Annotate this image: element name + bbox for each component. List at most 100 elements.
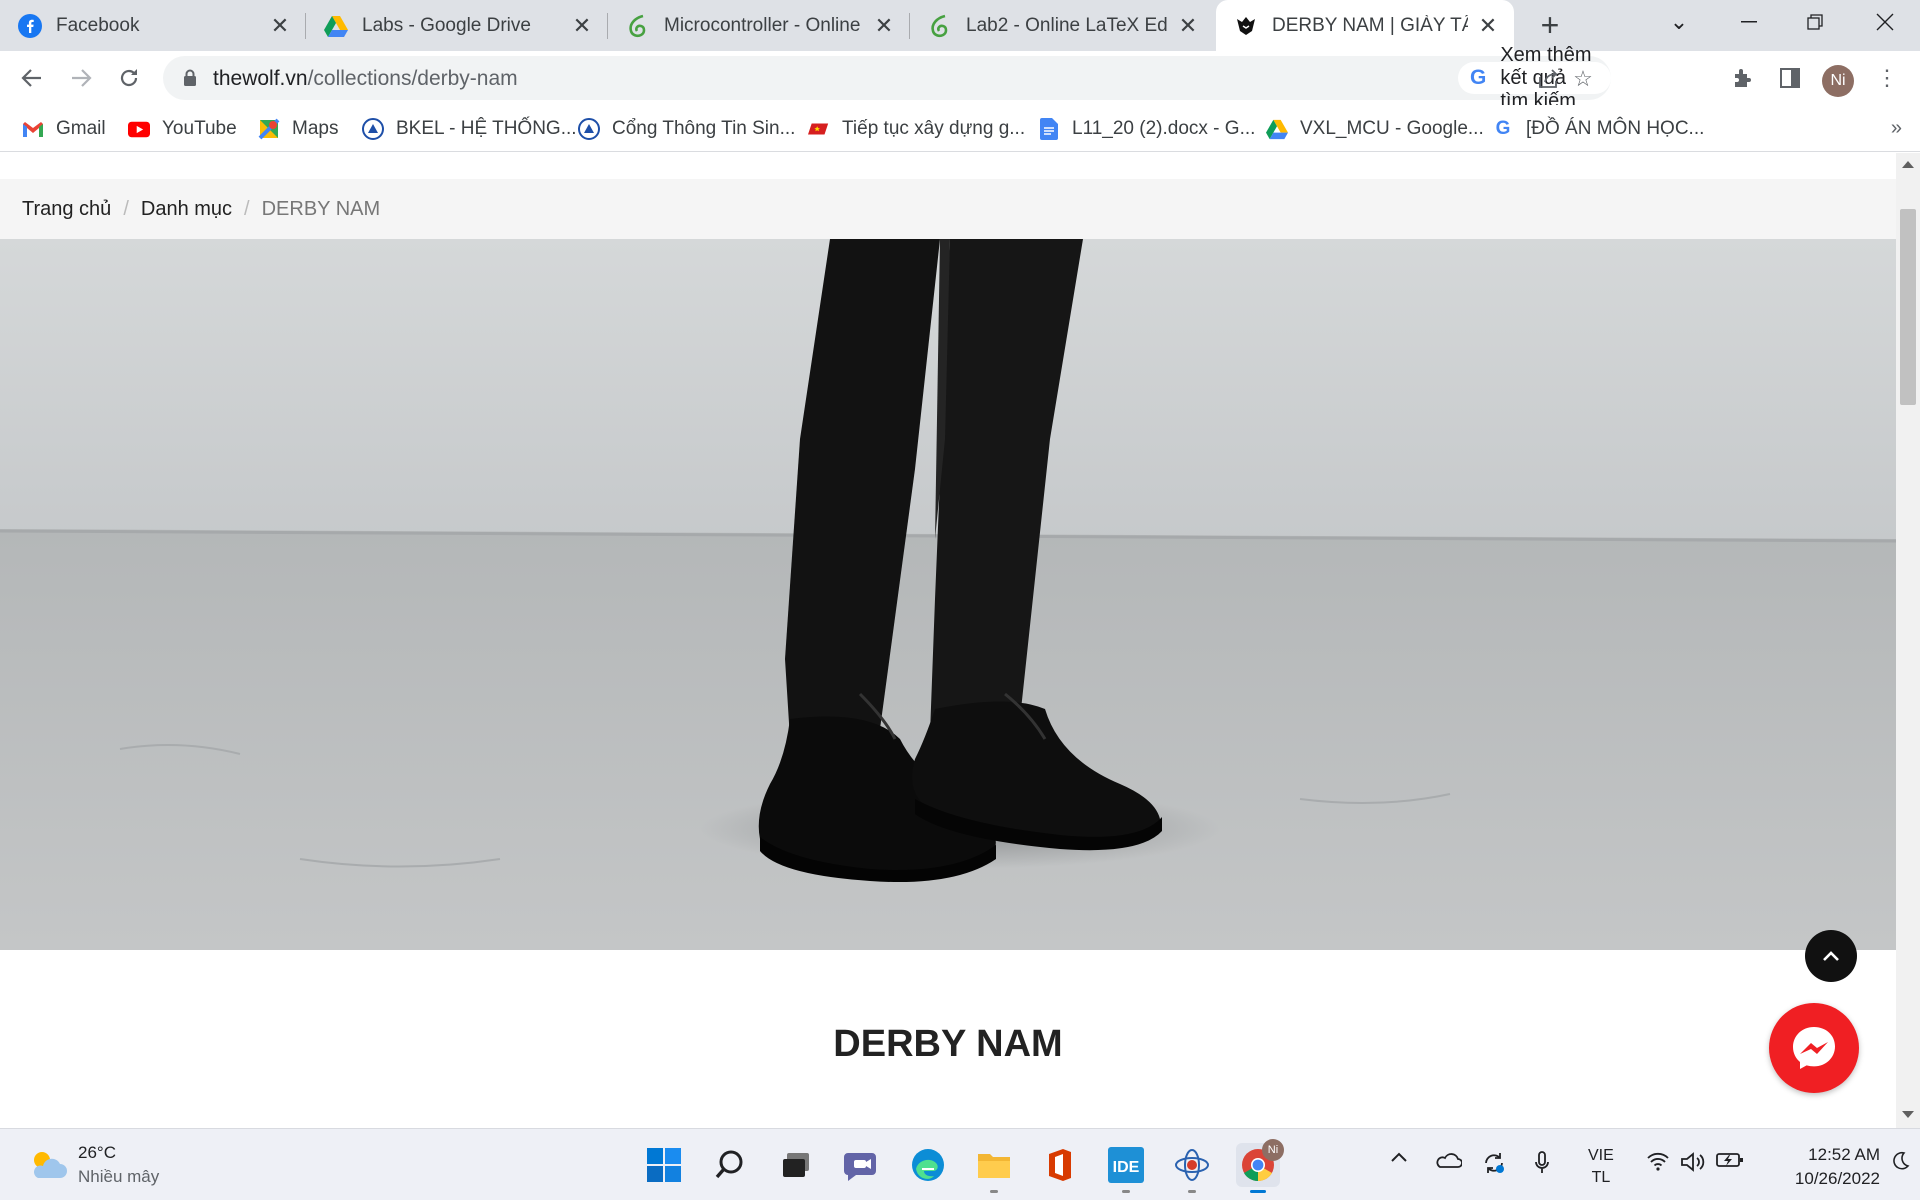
close-tab-icon[interactable]: ✕ xyxy=(570,13,594,38)
extensions-puzzle-icon[interactable] xyxy=(1726,61,1760,95)
bookmarks-overflow-chevron-icon[interactable]: » xyxy=(1891,117,1902,140)
weather-widget[interactable]: 26°C Nhiều mây xyxy=(28,1143,159,1187)
proteus-icon xyxy=(1175,1149,1209,1181)
scroll-down-arrow-icon[interactable] xyxy=(1902,1111,1914,1118)
breadcrumb-current: DERBY NAM xyxy=(261,197,381,220)
wifi-icon[interactable] xyxy=(1646,1151,1670,1171)
notification-moon-icon[interactable] xyxy=(1890,1151,1910,1171)
tab-facebook[interactable]: Facebook ✕ xyxy=(0,0,306,51)
file-explorer-button[interactable] xyxy=(972,1143,1016,1193)
office-button[interactable] xyxy=(1038,1143,1082,1187)
bookmark-label: YouTube xyxy=(162,118,237,139)
collection-title: DERBY NAM xyxy=(833,1023,1063,1065)
svg-text:IDE: IDE xyxy=(1113,1159,1140,1176)
arduino-ide-button[interactable]: IDE xyxy=(1104,1143,1148,1193)
breadcrumb-separator: / xyxy=(244,197,250,220)
weather-condition: Nhiều mây xyxy=(78,1167,160,1186)
edge-icon xyxy=(912,1149,944,1181)
bookmark-label: Maps xyxy=(292,118,339,139)
windows-logo-icon xyxy=(647,1148,681,1182)
gmail-icon xyxy=(22,118,44,140)
google-drive-icon xyxy=(1266,118,1288,140)
input-language-indicator[interactable]: VIE TL xyxy=(1588,1145,1614,1189)
teams-chat-button[interactable] xyxy=(840,1143,884,1187)
google-docs-icon xyxy=(1038,118,1060,140)
chrome-button[interactable]: Ni xyxy=(1236,1139,1284,1193)
browser-tab-strip: Facebook ✕ Labs - Google Drive ✕ Microco… xyxy=(0,0,1920,51)
address-bar[interactable]: thewolf.vn/collections/derby-nam G Xem t… xyxy=(163,44,1611,112)
ide-icon: IDE xyxy=(1108,1147,1144,1183)
scroll-up-arrow-icon[interactable] xyxy=(1902,161,1914,168)
search-button[interactable] xyxy=(708,1143,752,1187)
facebook-icon xyxy=(18,13,42,38)
onedrive-cloud-icon[interactable] xyxy=(1434,1151,1462,1169)
messenger-chat-button[interactable] xyxy=(1769,1003,1859,1093)
thewolf-icon xyxy=(1234,14,1258,38)
bookmark-label: BKEL - HỆ THỐNG... xyxy=(396,118,577,139)
bookmark-vxl-mcu[interactable]: VXL_MCU - Google... xyxy=(1266,114,1484,144)
breadcrumb: Trang chủ / Danh mục / DERBY NAM xyxy=(0,179,1896,239)
page-scrollbar[interactable] xyxy=(1896,153,1920,1128)
keyboard-layout: TL xyxy=(1591,1169,1611,1186)
bookmark-star-icon[interactable]: ☆ xyxy=(1569,65,1597,93)
tab-derby-nam-active[interactable]: DERBY NAM | GIÀY TÂY N ✕ xyxy=(1216,0,1514,51)
breadcrumb-home-link[interactable]: Trang chủ xyxy=(22,198,111,221)
sync-icon[interactable] xyxy=(1482,1151,1506,1175)
portal-icon xyxy=(578,118,600,140)
forward-arrow-icon[interactable] xyxy=(62,59,100,97)
bookmark-do-an-mon-hoc[interactable]: G [ĐỒ ÁN MÔN HỌC... xyxy=(1492,114,1705,144)
share-icon[interactable] xyxy=(1535,65,1563,93)
tab-microcontroller-overleaf[interactable]: Microcontroller - Online L ✕ xyxy=(608,0,910,51)
google-icon: G xyxy=(1495,118,1511,139)
bookmark-gmail[interactable]: Gmail xyxy=(22,114,106,144)
bookmark-bkel[interactable]: BKEL - HỆ THỐNG... xyxy=(362,114,577,144)
battery-charging-icon[interactable] xyxy=(1716,1151,1744,1169)
bookmark-maps[interactable]: Maps xyxy=(258,114,338,144)
bkel-icon xyxy=(362,118,384,140)
scrollbar-thumb[interactable] xyxy=(1900,209,1916,405)
close-tab-icon[interactable]: ✕ xyxy=(872,13,896,38)
close-tab-icon[interactable]: ✕ xyxy=(268,13,292,38)
close-tab-icon[interactable]: ✕ xyxy=(1476,13,1500,38)
side-panel-icon[interactable] xyxy=(1773,61,1807,95)
tab-search-chevron-icon[interactable]: ⌄ xyxy=(1644,0,1714,44)
messenger-icon xyxy=(1793,1027,1835,1069)
start-button[interactable] xyxy=(642,1143,686,1187)
lock-icon[interactable] xyxy=(183,69,197,87)
tab-title: Labs - Google Drive xyxy=(362,14,531,36)
search-icon xyxy=(715,1150,743,1179)
overleaf-icon xyxy=(626,14,650,38)
edge-browser-button[interactable] xyxy=(906,1143,950,1187)
bookmark-l11-docx[interactable]: L11_20 (2).docx - G... xyxy=(1038,114,1255,144)
tab-labs-google-drive[interactable]: Labs - Google Drive ✕ xyxy=(306,0,608,51)
bookmark-label: Cổng Thông Tin Sin... xyxy=(612,118,796,139)
minimize-icon[interactable] xyxy=(1714,0,1784,44)
task-view-button[interactable] xyxy=(774,1143,818,1187)
restore-icon[interactable] xyxy=(1780,0,1850,44)
scroll-to-top-button[interactable] xyxy=(1805,930,1857,982)
new-tab-button[interactable]: + xyxy=(1533,7,1567,43)
volume-icon[interactable] xyxy=(1680,1151,1706,1173)
reload-icon[interactable] xyxy=(110,59,148,97)
chrome-menu-icon[interactable]: ⋮ xyxy=(1870,61,1904,95)
show-hidden-icons-chevron-icon[interactable] xyxy=(1390,1151,1408,1163)
chrome-profile-badge: Ni xyxy=(1262,1139,1284,1161)
bookmark-tiep-tuc[interactable]: Tiếp tục xây dựng g... xyxy=(808,114,1025,144)
profile-avatar[interactable]: Ni xyxy=(1822,65,1854,97)
url-domain: thewolf.vn xyxy=(213,67,308,90)
tab-lab2-overleaf[interactable]: Lab2 - Online LaTeX Edito ✕ xyxy=(910,0,1214,51)
bookmark-cong-thong-tin[interactable]: Cổng Thông Tin Sin... xyxy=(578,114,795,144)
url-text[interactable]: thewolf.vn/collections/derby-nam xyxy=(213,67,518,91)
proteus-button[interactable] xyxy=(1170,1143,1214,1193)
back-arrow-icon[interactable] xyxy=(13,59,51,97)
close-window-icon[interactable] xyxy=(1850,0,1920,44)
system-clock[interactable]: 12:52 AM 10/26/2022 xyxy=(1750,1143,1880,1191)
browser-toolbar: thewolf.vn/collections/derby-nam G Xem t… xyxy=(0,44,1920,112)
clock-time: 12:52 AM xyxy=(1808,1145,1880,1164)
bookmark-youtube[interactable]: YouTube xyxy=(128,114,237,144)
breadcrumb-separator: / xyxy=(123,197,129,220)
microphone-icon[interactable] xyxy=(1534,1151,1550,1175)
breadcrumb-category-link[interactable]: Danh mục xyxy=(141,198,232,221)
folder-icon xyxy=(978,1154,1010,1178)
close-tab-icon[interactable]: ✕ xyxy=(1176,13,1200,38)
